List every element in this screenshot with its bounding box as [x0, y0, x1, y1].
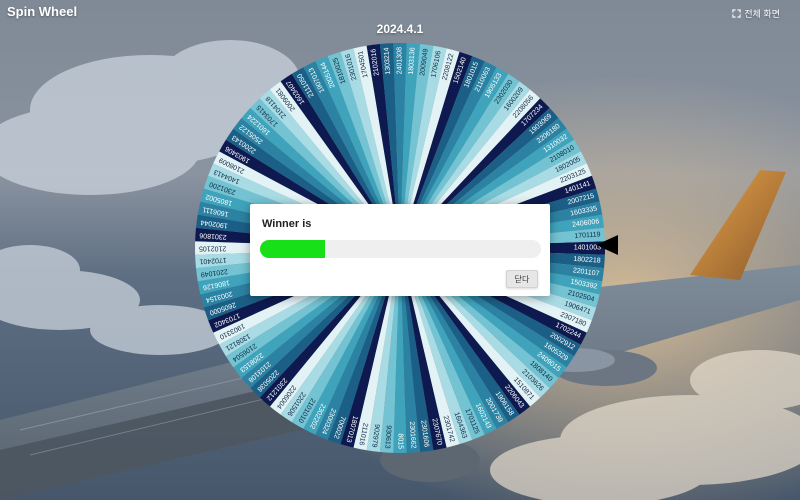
wheel-entry-label: 2102105: [199, 245, 226, 252]
winner-dialog: Winner is 닫다: [250, 204, 550, 296]
wheel-pointer: [596, 235, 618, 255]
winner-dialog-title: Winner is: [262, 218, 312, 230]
app-logo: Spin Wheel: [7, 4, 78, 19]
wheel-entry-label: 8015: [397, 433, 404, 449]
wheel-entry-label: 2401308: [397, 47, 404, 74]
close-button[interactable]: 닫다: [506, 270, 538, 288]
fullscreen-button[interactable]: 전체 화면: [732, 7, 780, 20]
wheel-title: 2024.4.1: [376, 22, 424, 36]
fullscreen-label: 전체 화면: [744, 9, 780, 19]
app-stage: Spin Wheel 전체 화면 2024.4.1 1401003 1802218…: [0, 0, 800, 500]
winner-progress-fill: [260, 240, 325, 258]
fullscreen-icon: [732, 9, 742, 18]
winner-progress-track: [260, 240, 541, 258]
